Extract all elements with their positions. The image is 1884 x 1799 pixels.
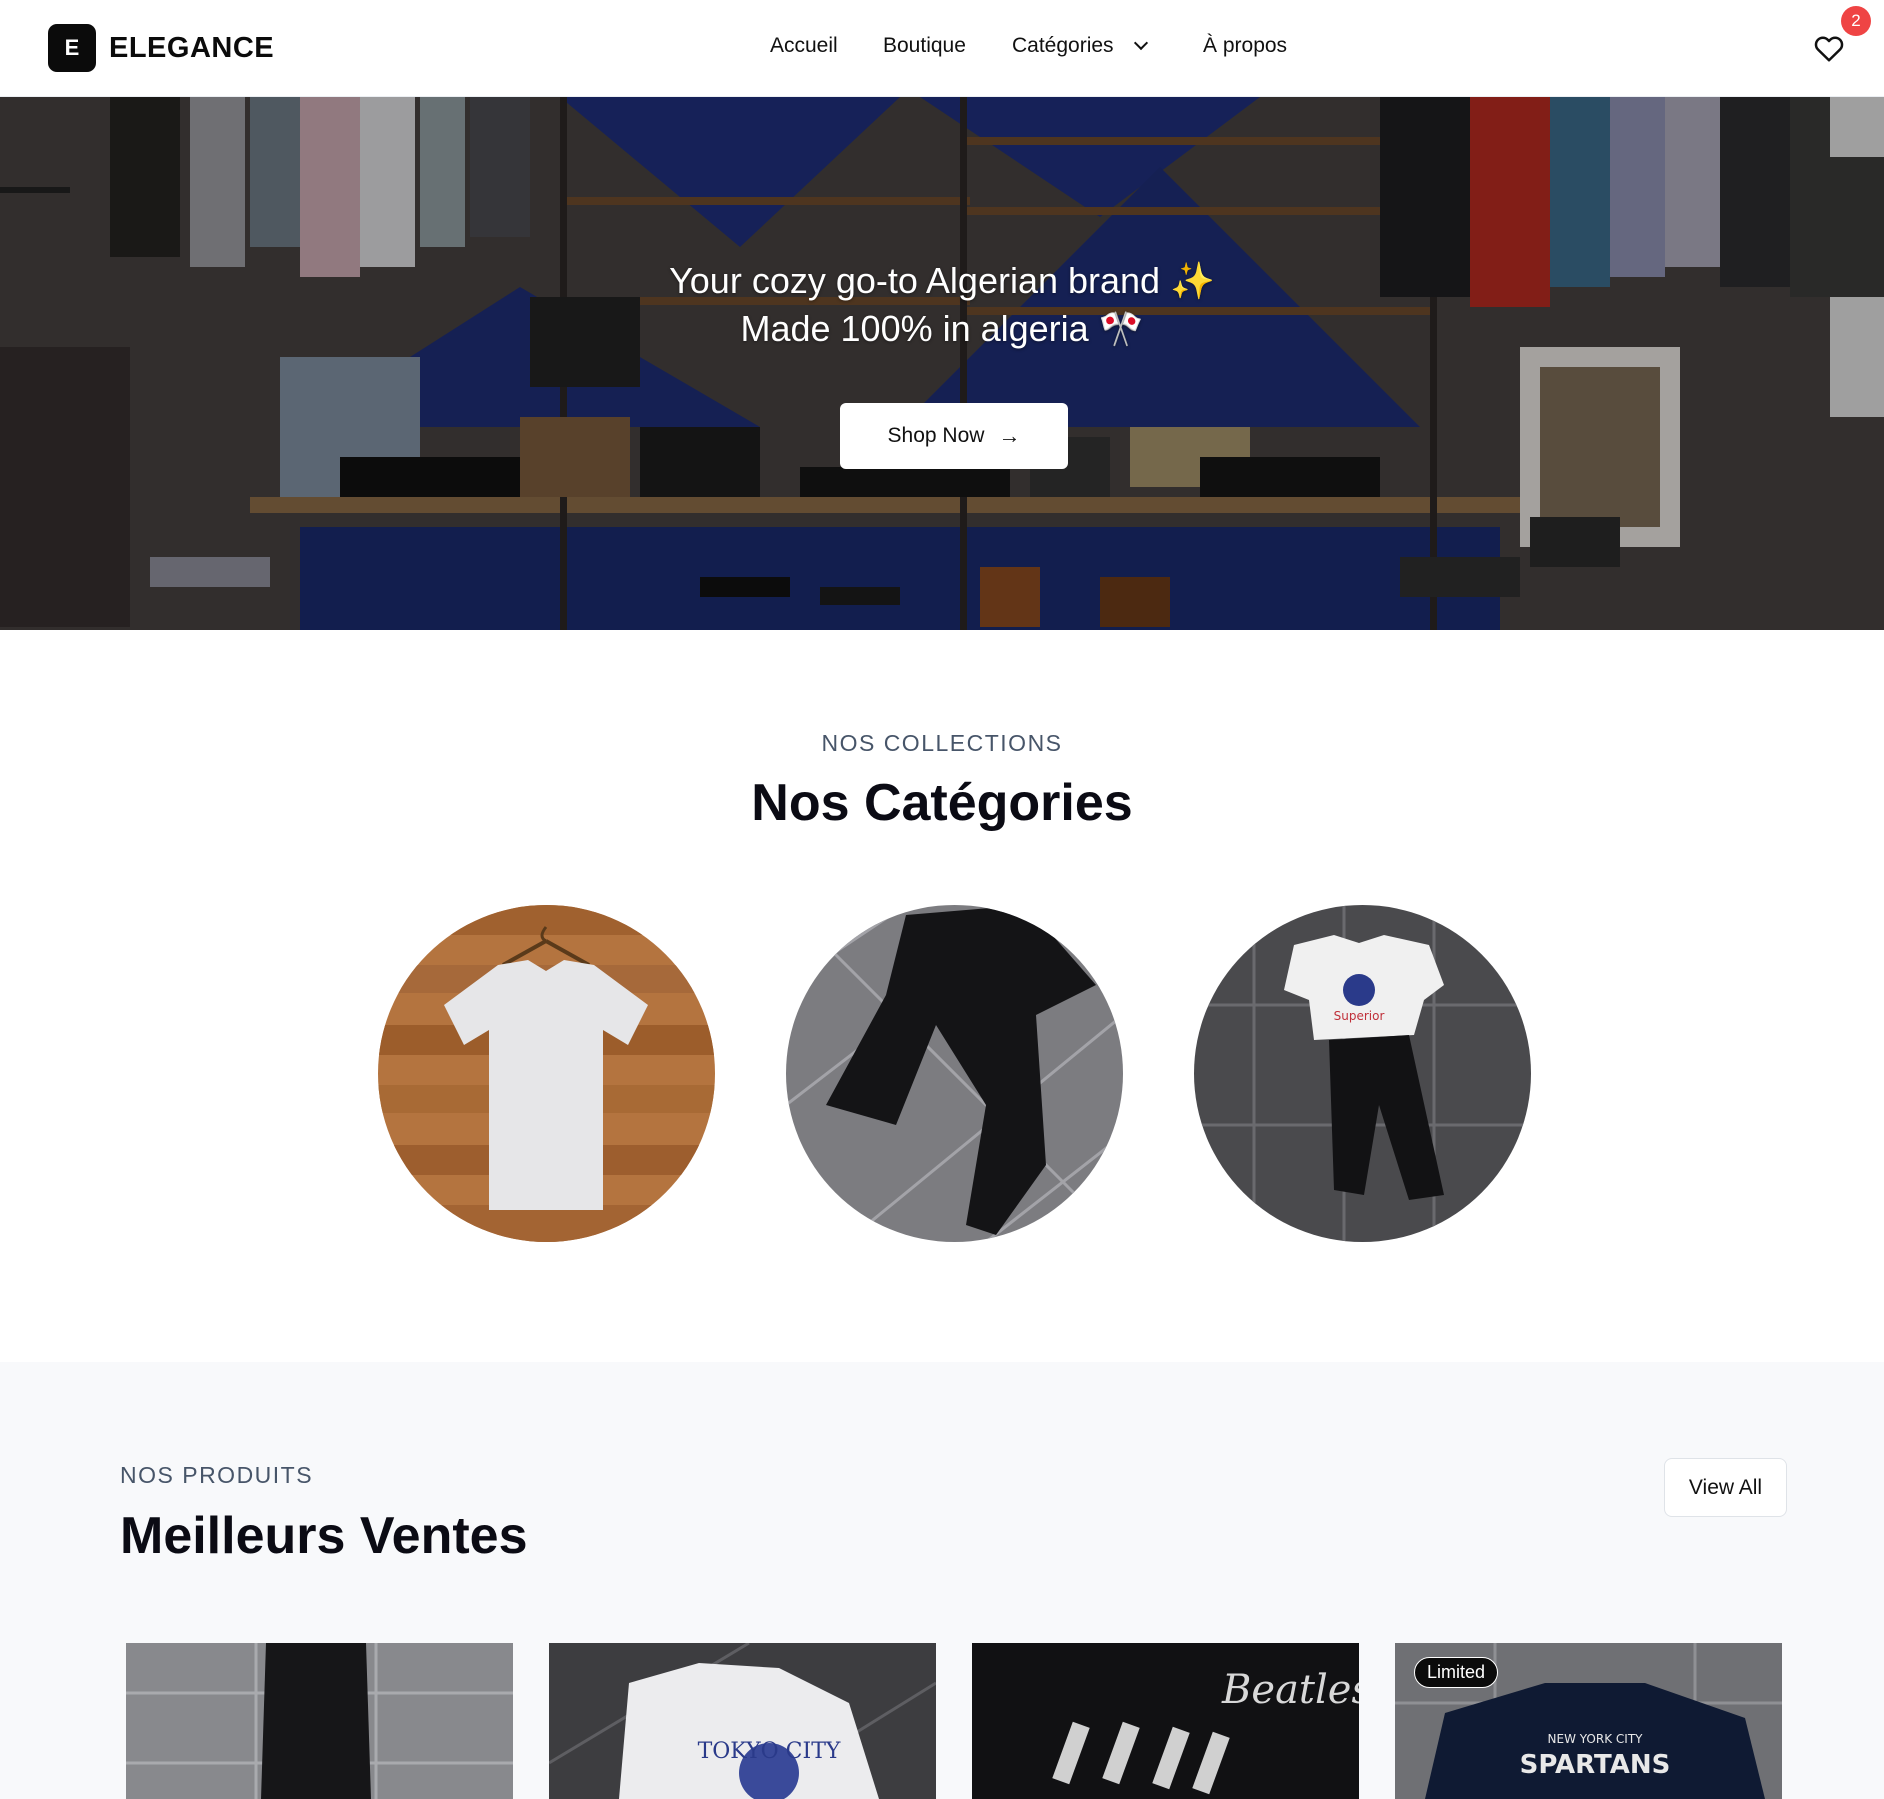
svg-text:Beatles: Beatles	[1221, 1667, 1359, 1713]
heart-icon	[1814, 36, 1844, 62]
hero-overlay	[0, 97, 1884, 630]
categories-kicker: NOS COLLECTIONS	[821, 730, 1063, 756]
category-pants[interactable]	[786, 905, 1123, 1242]
shop-now-label: Shop Now	[887, 424, 985, 447]
category-pants-image	[786, 905, 1123, 1242]
hero-line-2: Made 100% in algeria 🎌	[740, 308, 1144, 349]
hero-line-1: Your cozy go-to Algerian brand ✨	[669, 260, 1215, 301]
site-header: E ELEGANCE Accueil Boutique Catégories À…	[0, 0, 1884, 97]
category-sets-image: Superior	[1194, 905, 1531, 1242]
product-image	[126, 1643, 513, 1799]
view-all-button[interactable]: View All	[1664, 1458, 1787, 1517]
category-tshirts-image	[378, 905, 715, 1242]
svg-text:NEW YORK CITY: NEW YORK CITY	[1548, 1732, 1644, 1746]
category-sets[interactable]: Superior	[1194, 905, 1531, 1242]
product-image: Beatles	[972, 1643, 1359, 1799]
wishlist-count-badge: 2	[1841, 6, 1871, 36]
product-card[interactable]	[126, 1643, 513, 1799]
product-card[interactable]: TOKYO CITY	[549, 1643, 936, 1799]
shop-now-button[interactable]: Shop Now →	[840, 403, 1068, 469]
nav-shop[interactable]: Boutique	[883, 34, 966, 58]
product-card[interactable]: Beatles	[972, 1643, 1359, 1799]
products-kicker: NOS PRODUITS	[120, 1462, 314, 1488]
nav-about[interactable]: À propos	[1203, 34, 1287, 58]
nav-home[interactable]: Accueil	[770, 34, 838, 58]
svg-text:Superior: Superior	[1334, 1009, 1385, 1023]
products-title: Meilleurs Ventes	[120, 1507, 528, 1565]
category-tshirts[interactable]	[378, 905, 715, 1242]
svg-text:TOKYO CITY: TOKYO CITY	[698, 1739, 841, 1764]
product-image: TOKYO CITY	[549, 1643, 936, 1799]
categories-title: Nos Catégories	[751, 774, 1133, 832]
hero-banner: Your cozy go-to Algerian brand ✨ Made 10…	[0, 97, 1884, 630]
main-nav: Accueil Boutique Catégories À propos	[0, 34, 1884, 64]
limited-badge: Limited	[1414, 1657, 1499, 1688]
svg-text:SPARTANS: SPARTANS	[1520, 1750, 1671, 1780]
wishlist-button[interactable]	[1814, 34, 1844, 64]
nav-categories-label: Catégories	[1012, 34, 1114, 57]
arrow-right-icon: →	[998, 423, 1021, 448]
chevron-down-icon	[1133, 35, 1148, 51]
product-card[interactable]: SPARTANS NEW YORK CITY Limited	[1395, 1643, 1782, 1799]
nav-categories[interactable]: Catégories	[1012, 34, 1148, 58]
